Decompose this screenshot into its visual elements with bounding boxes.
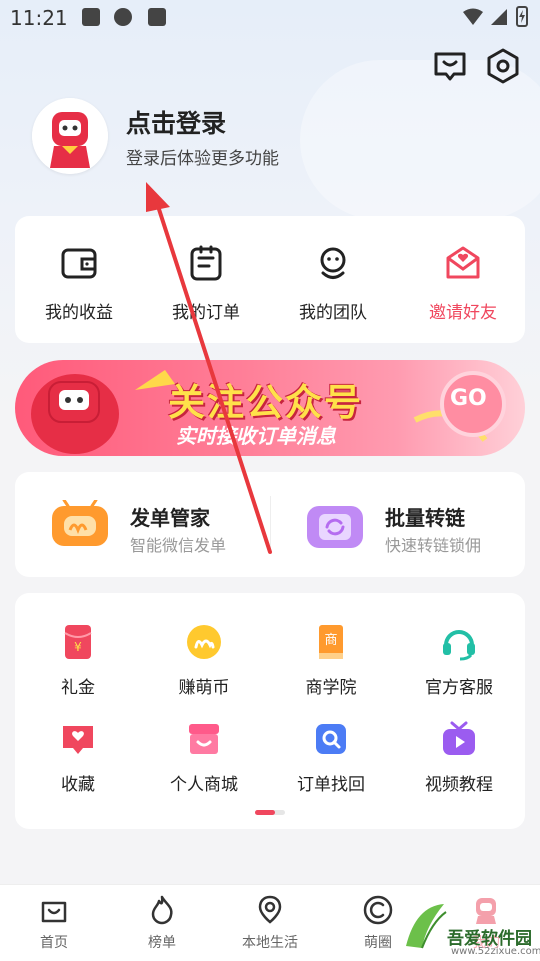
convert-icon [307,506,363,548]
font-a-icon [148,8,166,26]
grid-item-earn-coins[interactable]: 赚萌币 [141,623,267,698]
grid-item-video-tutorial[interactable]: 视频教程 [396,720,522,795]
settings-icon [487,48,519,84]
nav-label: 本地生活 [242,935,298,951]
gallery-icon [82,8,100,26]
team-icon [320,247,346,279]
battery-icon [516,6,528,27]
watermark-site: www.52zixue.com [451,946,540,957]
search-order-icon [316,724,346,754]
quick-item-team[interactable]: 我的团队 [278,244,388,323]
grid-item-label: 赚萌币 [178,678,230,698]
batch-convert-button[interactable]: 批量转链 快速转链锁佣 [295,492,520,558]
dual-card-title: 批量转链 [385,506,465,530]
nav-local-life[interactable]: 本地生活 [225,894,315,952]
grid-item-customer-service[interactable]: 官方客服 [396,623,522,698]
nav-ranking[interactable]: 榜单 [117,894,207,952]
nav-label: 首页 [40,935,68,951]
shop-icon [189,724,219,754]
flame-icon [151,895,173,925]
circle-c-icon [363,895,393,925]
grid-item-label: 商学院 [305,678,357,698]
wifi-icon [463,8,483,25]
grid-item-personal-shop[interactable]: 个人商城 [141,720,267,795]
tv-icon [443,721,475,755]
banner-title: 关注公众号 [168,381,363,424]
message-button[interactable] [430,46,470,86]
red-packet-icon: ¥ [64,625,92,659]
coin-icon [187,625,221,659]
grid-item-favorites[interactable]: 收藏 [15,720,141,795]
invite-envelope-icon [446,246,480,279]
banner-go-label: GO [450,386,487,411]
nav-home[interactable]: 首页 [9,894,99,952]
order-icon [190,245,222,281]
grid-item-label: 订单找回 [297,775,365,795]
dual-card-title: 发单管家 [130,506,210,530]
grid-item-order-retrieve[interactable]: 订单找回 [268,720,394,795]
grid-item-label: 官方客服 [425,678,493,698]
grid-item-label: 视频教程 [425,775,493,795]
home-bag-icon [41,901,67,923]
book-icon: 商 [319,625,343,659]
settings-button[interactable] [483,46,523,86]
quick-item-earnings[interactable]: 我的收益 [24,244,134,323]
divider [270,496,271,552]
message-icon [434,52,466,81]
status-bar: 11:21 [0,0,540,36]
quick-item-label: 我的收益 [45,303,113,323]
dual-card-subtitle: 快速转链锁佣 [385,536,482,555]
dispatch-manager-button[interactable]: 发单管家 智能微信发单 [40,492,270,558]
signal-icon [491,9,507,25]
dual-card-subtitle: 智能微信发单 [130,536,227,555]
grid-item-label: 收藏 [61,775,95,795]
grid-item-label: 礼金 [61,678,95,698]
alert-icon [114,8,132,26]
page-indicator-active [255,810,275,815]
svg-text:商: 商 [324,633,337,648]
quick-item-label: 我的订单 [172,303,240,323]
nav-label: 榜单 [148,935,176,951]
banner-subtitle: 实时接收订单消息 [176,424,336,448]
login-subtitle: 登录后体验更多功能 [126,149,279,169]
grid-item-label: 个人商城 [170,775,238,795]
login-title[interactable]: 点击登录 [126,104,226,140]
quick-item-orders[interactable]: 我的订单 [151,244,261,323]
wallet-icon [61,248,97,279]
grid-item-business-school[interactable]: 商 商学院 [268,623,394,698]
quick-item-label: 邀请好友 [429,303,497,323]
mascot-avatar-icon [32,98,108,174]
quick-item-invite[interactable]: 邀请好友 [408,244,518,323]
avatar[interactable] [32,98,108,174]
heart-icon [63,726,93,754]
page-indicator [255,810,285,815]
svg-text:¥: ¥ [74,640,82,654]
status-time: 11:21 [10,6,68,30]
robot-icon [52,500,108,546]
location-icon [258,895,282,924]
grid-item-gift-money[interactable]: ¥ 礼金 [15,623,141,698]
headset-icon [443,630,475,661]
quick-item-label: 我的团队 [299,303,367,323]
